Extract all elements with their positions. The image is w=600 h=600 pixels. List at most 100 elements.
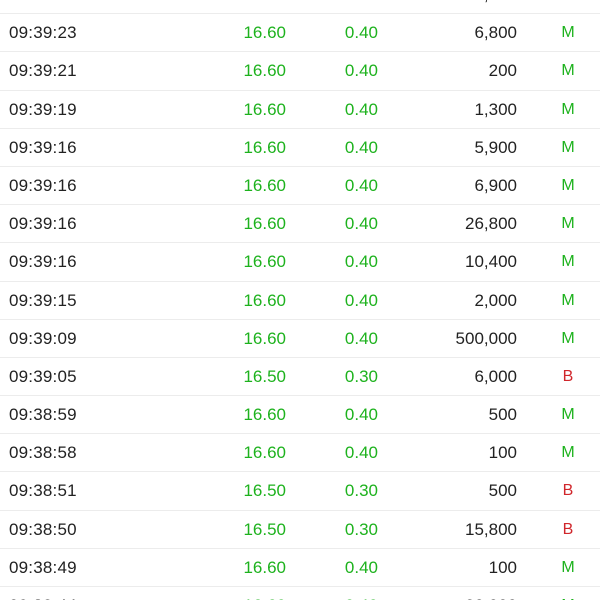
trade-side-badge: M: [561, 176, 575, 194]
price-change: 0.40: [344, 443, 378, 463]
price-change: 0.40: [344, 328, 378, 348]
trade-volume: 6,000: [474, 366, 517, 386]
table-row[interactable]: 09:39:09 16.60 0.40 500,000 M: [0, 320, 600, 358]
trade-volume: 100: [488, 557, 517, 577]
price-change: 0.40: [344, 99, 378, 119]
price-change: 0.40: [345, 0, 378, 14]
trade-time: 09:39:19: [9, 99, 77, 119]
price-change: 0.40: [344, 405, 378, 425]
table-row[interactable]: 09:39:16 16.60 0.40 10,400 M: [0, 243, 600, 282]
trade-side-badge: M: [561, 291, 575, 309]
price-change: 0.40: [344, 252, 378, 272]
trade-volume: 100: [488, 443, 517, 463]
price-change: 0.40: [344, 23, 378, 43]
trade-side-badge: M: [561, 100, 575, 118]
trade-price: 16.60: [243, 405, 286, 425]
trade-time: 09:39:09: [9, 328, 77, 348]
table-row[interactable]: 09:38:50 16.50 0.30 15,800 B: [0, 511, 600, 549]
trade-time: 09:39:23: [9, 23, 77, 43]
trade-side-badge: M: [561, 138, 575, 156]
trade-price: 16.60: [243, 61, 286, 81]
trade-time: 09:38:44: [9, 587, 77, 600]
table-row[interactable]: 09:39:21 16.60 0.40 200 M: [0, 52, 600, 91]
trade-volume: 200: [488, 61, 517, 81]
price-change: 0.30: [344, 519, 378, 539]
trade-time: 09:38:49: [9, 557, 77, 577]
price-change: 0.40: [344, 557, 378, 577]
trade-volume: 1,300: [474, 99, 517, 119]
table-row[interactable]: 09:39:16 16.60 0.40 26,800 M: [0, 205, 600, 244]
table-row[interactable]: 09:39:25 16.60 0.40 6,900 M: [0, 0, 600, 15]
trade-time: 09:39:16: [9, 175, 77, 195]
trade-price: 16.60: [243, 290, 286, 310]
table-row[interactable]: 09:39:15 16.60 0.40 2,000 M: [0, 282, 600, 320]
trade-time: 09:38:50: [9, 519, 77, 539]
trade-side-badge: B: [562, 482, 574, 500]
trade-time: 09:39:21: [9, 61, 77, 81]
trade-volume: 6,900: [474, 0, 517, 14]
price-change: 0.40: [344, 175, 378, 195]
table-row[interactable]: 09:38:58 16.60 0.40 100 M: [0, 434, 600, 473]
price-change: 0.40: [344, 214, 378, 234]
price-change: 0.40: [344, 290, 378, 310]
trade-volume: 2,000: [474, 290, 517, 310]
trade-time: 09:38:51: [9, 481, 77, 501]
trade-price: 16.60: [243, 328, 286, 348]
trade-price: 16.60: [243, 252, 286, 272]
trade-price: 16.60: [243, 137, 286, 157]
table-row[interactable]: 09:39:19 16.60 0.40 1,300 M: [0, 91, 600, 129]
table-row[interactable]: 09:38:59 16.60 0.40 500 M: [0, 396, 600, 435]
trade-volume: 10,400: [465, 252, 517, 272]
trade-price: 16.50: [243, 366, 286, 386]
trade-side-badge: M: [561, 329, 575, 347]
trade-side-badge: M: [561, 587, 574, 600]
trade-side-badge: M: [561, 215, 575, 233]
table-row[interactable]: 09:39:05 16.50 0.30 6,000 B: [0, 358, 600, 397]
trade-list: 09:39:25 16.60 0.40 6,900 M 09:39:23 16.…: [0, 0, 600, 600]
trade-volume: 500,000: [455, 328, 517, 348]
trade-side-badge: B: [562, 367, 574, 385]
trade-price: 16.60: [243, 99, 286, 119]
trade-volume: 26,800: [465, 214, 517, 234]
trade-volume: 500: [488, 481, 517, 501]
table-row[interactable]: 09:39:16 16.60 0.40 5,900 M: [0, 129, 600, 167]
price-change: 0.30: [344, 366, 378, 386]
trade-history-viewport[interactable]: 09:39:25 16.60 0.40 6,900 M 09:39:23 16.…: [0, 0, 600, 600]
trade-price: 16.50: [243, 481, 286, 501]
trade-time: 09:38:58: [9, 443, 77, 463]
trade-price: 16.60: [243, 214, 286, 234]
trade-time: 09:39:16: [9, 137, 77, 157]
trade-time: 09:39:05: [9, 366, 77, 386]
trade-volume: 5,900: [474, 137, 517, 157]
trade-time: 09:39:15: [9, 290, 77, 310]
trade-time: 09:39:16: [9, 252, 77, 272]
trade-side-badge: M: [561, 62, 575, 80]
trade-price: 16.60: [243, 175, 286, 195]
trade-time: 09:38:59: [9, 405, 77, 425]
trade-time: 09:39:16: [9, 214, 77, 234]
table-row[interactable]: 09:38:44 16.60 0.40 20,000 M: [0, 587, 600, 600]
trade-side-badge: B: [562, 520, 574, 538]
trade-volume: 20,000: [465, 587, 517, 600]
price-change: 0.40: [344, 137, 378, 157]
trade-volume: 15,800: [465, 519, 517, 539]
trade-price: 16.60: [243, 587, 286, 600]
trade-side-badge: M: [561, 444, 575, 462]
trade-time: 09:39:25: [9, 0, 77, 14]
trade-price: 16.60: [243, 443, 286, 463]
price-change: 0.40: [344, 61, 378, 81]
table-row[interactable]: 09:38:51 16.50 0.30 500 B: [0, 472, 600, 511]
table-row[interactable]: 09:39:23 16.60 0.40 6,800 M: [0, 14, 600, 53]
trade-volume: 6,800: [474, 23, 517, 43]
trade-side-badge: M: [561, 253, 575, 271]
price-change: 0.40: [345, 587, 378, 600]
trade-side-badge: M: [561, 0, 574, 14]
trade-side-badge: M: [561, 24, 575, 42]
trade-side-badge: M: [561, 406, 575, 424]
trade-volume: 500: [488, 405, 517, 425]
table-row[interactable]: 09:39:16 16.60 0.40 6,900 M: [0, 167, 600, 206]
trade-price: 16.60: [243, 557, 286, 577]
table-row[interactable]: 09:38:49 16.60 0.40 100 M: [0, 549, 600, 587]
trade-side-badge: M: [561, 558, 575, 576]
trade-price: 16.60: [243, 23, 286, 43]
